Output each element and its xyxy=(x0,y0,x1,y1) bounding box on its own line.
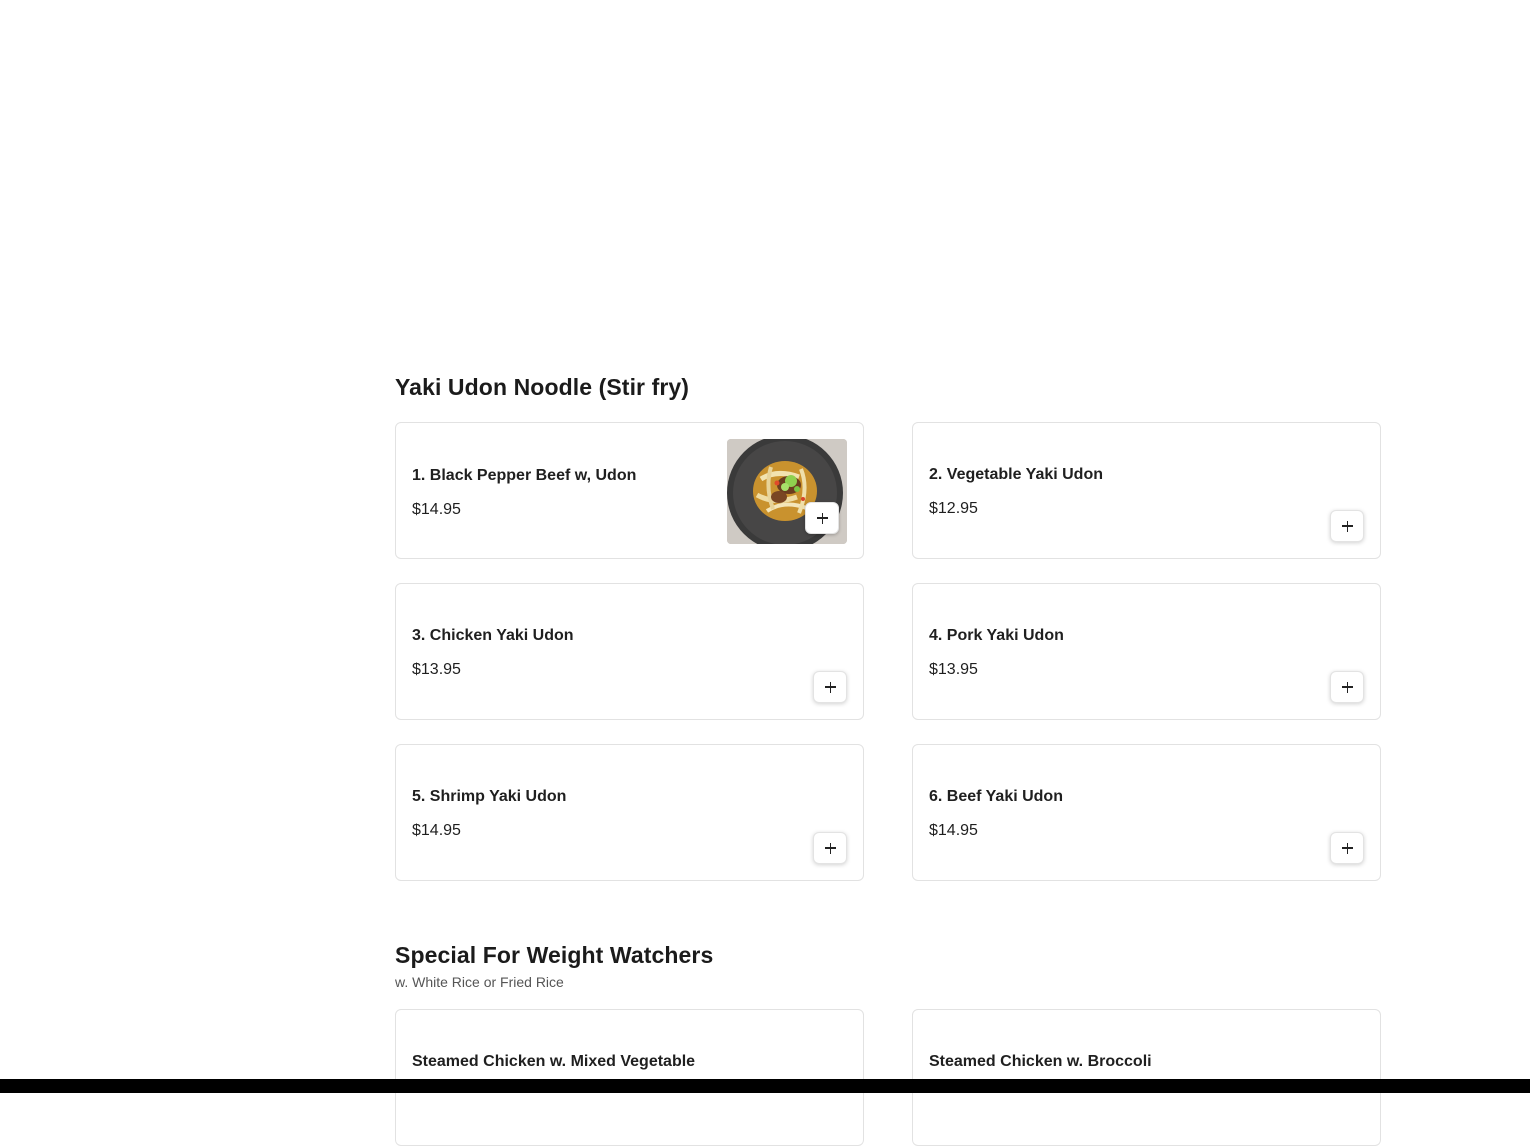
plus-icon xyxy=(1341,681,1353,693)
item-name: 5. Shrimp Yaki Udon xyxy=(412,788,567,805)
add-item-button[interactable] xyxy=(1330,510,1364,542)
add-item-button[interactable] xyxy=(1330,671,1364,703)
section-title: Special For Weight Watchers xyxy=(395,942,714,968)
menu-item-card[interactable]: 6. Beef Yaki Udon $14.95 xyxy=(912,744,1381,881)
item-price: $12.95 xyxy=(929,500,978,517)
menu-item-card[interactable]: 5. Shrimp Yaki Udon $14.95 xyxy=(395,744,864,881)
item-price: $13.95 xyxy=(929,661,978,678)
item-price: $14.95 xyxy=(412,501,461,518)
menu-item-card[interactable]: Steamed Chicken w. Mixed Vegetable xyxy=(395,1009,864,1146)
item-price: $14.95 xyxy=(929,822,978,839)
plus-icon xyxy=(1341,842,1353,854)
add-item-button[interactable] xyxy=(1330,832,1364,864)
menu-item-card[interactable]: 3. Chicken Yaki Udon $13.95 xyxy=(395,583,864,720)
menu-item-card[interactable]: 2. Vegetable Yaki Udon $12.95 xyxy=(912,422,1381,559)
item-name: 3. Chicken Yaki Udon xyxy=(412,627,574,644)
item-name: Steamed Chicken w. Broccoli xyxy=(929,1053,1152,1070)
add-item-button[interactable] xyxy=(813,832,847,864)
plus-icon xyxy=(816,512,828,524)
plus-icon xyxy=(824,842,836,854)
item-price: $13.95 xyxy=(412,661,461,678)
item-name: Steamed Chicken w. Mixed Vegetable xyxy=(412,1053,696,1070)
add-item-button[interactable] xyxy=(805,502,839,534)
item-name: 2. Vegetable Yaki Udon xyxy=(929,466,1103,483)
plus-icon xyxy=(824,681,836,693)
menu-grid: Steamed Chicken w. Mixed Vegetable Steam… xyxy=(395,1009,1381,1146)
item-name: 1. Black Pepper Beef w, Udon xyxy=(412,467,637,484)
bottom-bar xyxy=(0,1079,1530,1093)
add-item-button[interactable] xyxy=(813,671,847,703)
plus-icon xyxy=(1341,520,1353,532)
section-subtitle: w. White Rice or Fried Rice xyxy=(395,974,564,990)
section-title: Yaki Udon Noodle (Stir fry) xyxy=(395,374,690,400)
item-photo[interactable] xyxy=(727,439,847,544)
menu-item-card[interactable]: Steamed Chicken w. Broccoli xyxy=(912,1009,1381,1146)
section-weight-watchers: Special For Weight Watchers w. White Ric… xyxy=(395,940,1381,1146)
menu-item-card[interactable]: 1. Black Pepper Beef w, Udon $14.95 xyxy=(395,422,864,559)
section-yaki-udon: Yaki Udon Noodle (Stir fry) 1. Black Pep… xyxy=(395,372,1381,881)
item-name: 4. Pork Yaki Udon xyxy=(929,627,1064,644)
item-name: 6. Beef Yaki Udon xyxy=(929,788,1063,805)
item-price: $14.95 xyxy=(412,822,461,839)
menu-item-card[interactable]: 4. Pork Yaki Udon $13.95 xyxy=(912,583,1381,720)
menu-grid: 1. Black Pepper Beef w, Udon $14.95 2. V… xyxy=(395,422,1381,881)
